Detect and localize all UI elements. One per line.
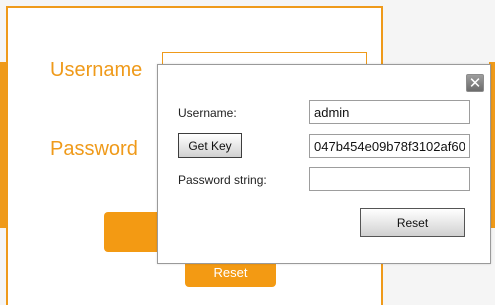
bg-username-label: Username <box>50 59 143 81</box>
dialog-username-label: Username: <box>178 106 237 120</box>
close-icon[interactable]: ✕ <box>466 74 484 92</box>
dialog-username-input[interactable] <box>309 100 470 124</box>
key-input[interactable] <box>309 134 470 158</box>
password-string-input[interactable] <box>309 167 470 191</box>
get-key-button[interactable]: Get Key <box>178 133 242 158</box>
password-dialog: ✕ Username: Get Key Password string: Res… <box>157 64 491 264</box>
dialog-reset-button[interactable]: Reset <box>360 208 465 237</box>
bg-password-label: Password <box>50 138 138 160</box>
password-string-label: Password string: <box>178 173 267 187</box>
